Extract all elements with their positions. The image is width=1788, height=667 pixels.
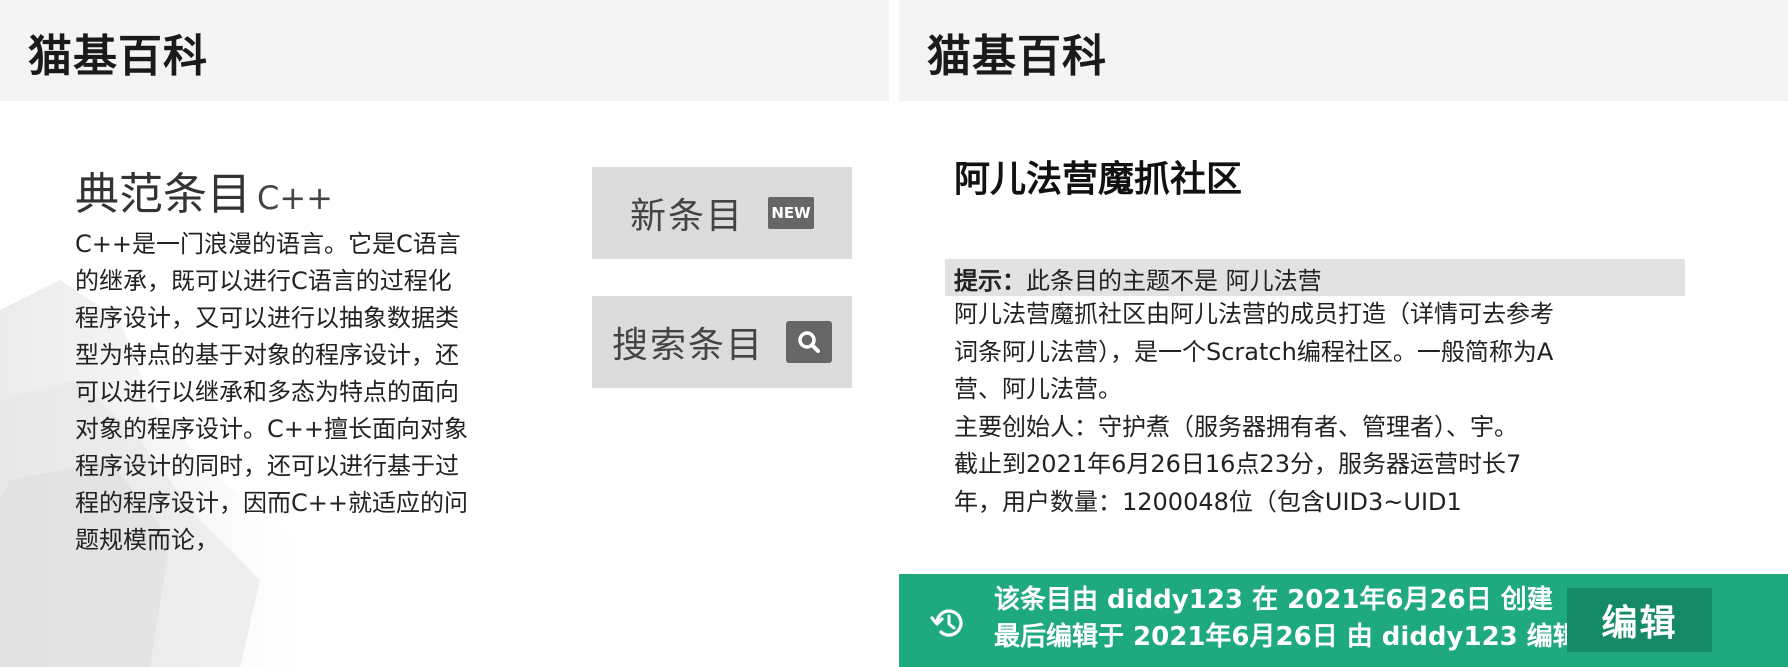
edit-info-bar: 该条目由 diddy123 在 2021年6月26日 创建 最后编辑于 2021… xyxy=(899,574,1788,667)
featured-subtitle[interactable]: C++ xyxy=(257,179,333,217)
hint-notice: 提示：此条目的主题不是 阿儿法营 xyxy=(954,261,1322,296)
edit-button[interactable]: 编辑 xyxy=(1567,588,1712,652)
article-title: 阿儿法营魔抓社区 xyxy=(954,159,1243,200)
new-entry-label: 新条目 xyxy=(629,196,744,237)
created-line: 该条目由 diddy123 在 2021年6月26日 创建 xyxy=(994,585,1553,615)
new-badge-icon: NEW xyxy=(768,197,814,229)
top-bar: 猫基百科 xyxy=(0,0,889,101)
search-entry-button[interactable]: 搜索条目 xyxy=(592,296,852,388)
article-body-text: 阿儿法营魔抓社区由阿儿法营的成员打造（详情可去参考词条阿儿法营），是一个Scra… xyxy=(954,300,1554,516)
site-title[interactable]: 猫基百科 xyxy=(28,20,208,84)
search-entry-label: 搜索条目 xyxy=(611,325,764,366)
edit-info-text: 该条目由 diddy123 在 2021年6月26日 创建 最后编辑于 2021… xyxy=(994,582,1579,656)
featured-body-text: C++是一门浪漫的语言。它是C语言的继承，既可以进行C语言的过程化程序设计，又可… xyxy=(75,230,468,554)
right-screen: 猫基百科 阿儿法营魔抓社区 提示：此条目的主题不是 阿儿法营 阿儿法营魔抓社区由… xyxy=(899,0,1788,667)
site-title[interactable]: 猫基百科 xyxy=(927,20,1107,84)
top-bar: 猫基百科 xyxy=(899,0,1788,101)
featured-heading: 典范条目 C++ xyxy=(75,158,333,222)
screen-divider xyxy=(889,0,899,667)
hint-label: 提示： xyxy=(954,267,1026,295)
featured-title: 典范条目 xyxy=(75,169,251,220)
history-icon xyxy=(930,609,963,637)
hint-text: 此条目的主题不是 阿儿法营 xyxy=(1026,267,1322,295)
edited-line: 最后编辑于 2021年6月26日 由 diddy123 编辑 xyxy=(994,622,1579,652)
left-screen: 猫基百科 典范条目 C++ C++是一门浪漫的语言。它是C语言的继承，既可以进行C… xyxy=(0,0,889,667)
search-icon xyxy=(786,321,832,363)
new-entry-button[interactable]: 新条目 NEW xyxy=(592,167,852,259)
